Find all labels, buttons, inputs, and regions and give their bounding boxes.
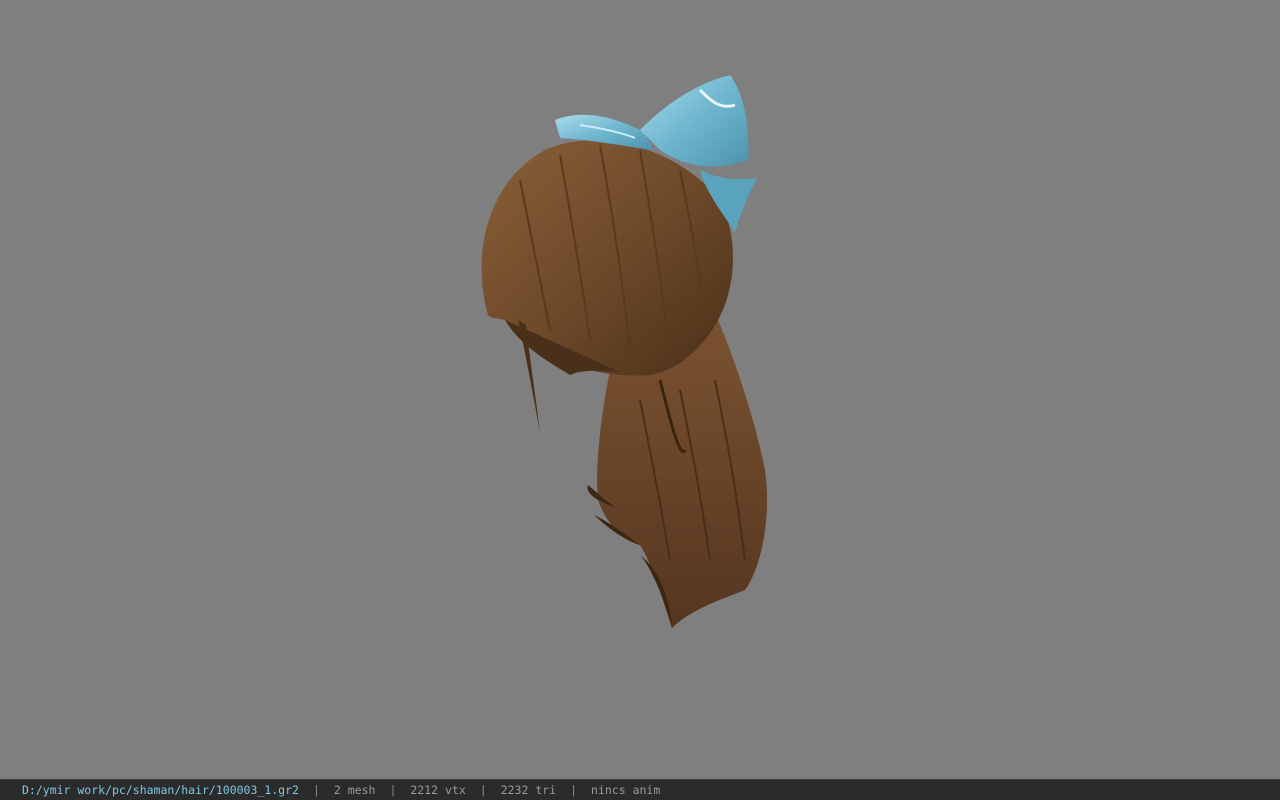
status-bar: D:/ymir work/pc/shaman/hair/100003_1.gr2… bbox=[0, 779, 1280, 800]
3d-viewport[interactable] bbox=[0, 0, 1280, 779]
separator: | bbox=[570, 783, 578, 797]
hair-model[interactable] bbox=[0, 0, 1280, 779]
separator: | bbox=[389, 783, 397, 797]
anim-label: nincs anim bbox=[591, 783, 661, 797]
separator: | bbox=[479, 783, 487, 797]
mesh-count: 2 mesh bbox=[333, 783, 376, 797]
triangle-count: 2232 tri bbox=[500, 783, 557, 797]
vertex-count: 2212 vtx bbox=[410, 783, 466, 797]
separator: | bbox=[312, 783, 320, 797]
file-path: D:/ymir work/pc/shaman/hair/100003_1.gr2 bbox=[22, 783, 299, 797]
